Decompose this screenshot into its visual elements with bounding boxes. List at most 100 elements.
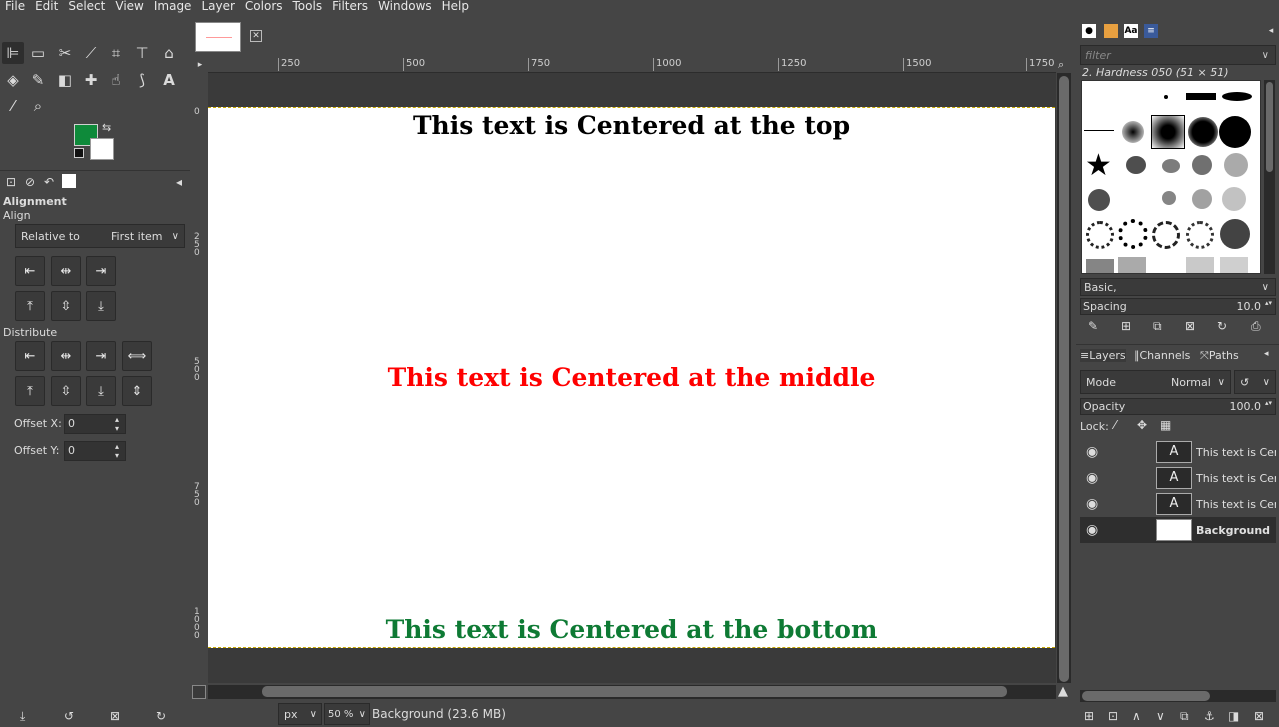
image-tab-thumbnail[interactable] (195, 22, 241, 52)
configure-layers-tab-icon[interactable]: ◂ (1264, 349, 1269, 359)
color-picker-icon[interactable]: ⁄ (2, 95, 24, 117)
new-layer-icon[interactable]: ⊞ (1084, 709, 1094, 723)
composite-mode-combo[interactable]: ↺ ∨ (1234, 370, 1276, 394)
menu-tools[interactable]: Tools (288, 0, 328, 14)
toggle-quick-mask-icon[interactable] (192, 685, 206, 699)
save-tool-preset-icon[interactable]: ⤓ (20, 709, 25, 724)
heal-icon[interactable]: ✚ (80, 69, 102, 91)
rect-select-icon[interactable]: ▭ (27, 42, 49, 64)
brush-item[interactable] (1118, 257, 1146, 273)
paths-icon[interactable]: ⟆ (131, 69, 153, 91)
delete-brush-icon[interactable]: ⊠ (1185, 319, 1195, 333)
brush-item[interactable] (1224, 153, 1248, 177)
brush-filter-input[interactable]: filter ∨ (1080, 45, 1276, 65)
offset-x-input[interactable]: 0 (64, 414, 126, 434)
image-canvas[interactable]: This text is Centered at the top This te… (208, 107, 1055, 648)
default-colors-icon[interactable] (74, 148, 84, 158)
configure-tab-icon[interactable]: ◂ (170, 173, 188, 190)
distribute-centers-vertical-button[interactable]: ⇳ (51, 376, 81, 406)
crop-icon[interactable]: ⌗ (105, 42, 127, 64)
menu-file[interactable]: File (0, 0, 30, 14)
brush-item[interactable] (1188, 117, 1218, 147)
distribute-horizontal-gaps-button[interactable]: ⟺ (122, 341, 152, 371)
offset-y-input[interactable]: 0 (64, 441, 126, 461)
distribute-bottom-edges-button[interactable]: ⤓ (86, 376, 116, 406)
distribute-left-edges-button[interactable]: ⇤ (15, 341, 45, 371)
brush-item[interactable] (1192, 189, 1212, 209)
menu-windows[interactable]: Windows (373, 0, 437, 14)
images-tab-icon[interactable] (62, 174, 76, 188)
align-center-horizontal-button[interactable]: ⇹ (51, 256, 81, 286)
raise-layer-icon[interactable]: ∧ (1132, 709, 1141, 723)
brush-item[interactable] (1086, 259, 1114, 273)
brush-item[interactable] (1186, 93, 1216, 100)
brush-item[interactable] (1088, 189, 1110, 211)
duplicate-brush-icon[interactable]: ⧉ (1153, 319, 1162, 334)
visibility-eye-icon[interactable]: ◉ (1086, 444, 1098, 460)
relative-to-combo[interactable]: Relative to First item ∨ (15, 224, 185, 248)
lock-alpha-icon[interactable]: ▦ (1160, 418, 1171, 432)
layers-scrollbar-thumb[interactable] (1082, 691, 1210, 701)
transform-icon[interactable]: ⊤ (131, 42, 153, 64)
configure-brushes-tab-icon[interactable]: ◂ (1264, 24, 1278, 38)
refresh-brushes-icon[interactable]: ↻ (1217, 319, 1227, 333)
fuzzy-select-icon[interactable]: ⟋ (80, 42, 102, 64)
layer-opacity-slider[interactable]: Opacity 100.0 (1080, 398, 1276, 415)
menu-help[interactable]: Help (437, 0, 474, 14)
menu-edit[interactable]: Edit (30, 0, 63, 14)
menu-filters[interactable]: Filters (327, 0, 373, 14)
brush-item[interactable] (1126, 156, 1146, 174)
unit-combo[interactable]: px ∨ (278, 703, 322, 725)
tab-channels[interactable]: ∥Channels (1134, 349, 1190, 362)
fonts-tab-icon[interactable]: Aa (1124, 24, 1138, 38)
eraser-icon[interactable]: ◧ (54, 69, 76, 91)
align-middle-vertical-button[interactable]: ⇳ (51, 291, 81, 321)
distribute-top-edges-button[interactable]: ⤒ (15, 376, 45, 406)
brush-item[interactable] (1162, 191, 1176, 205)
undo-history-tab-icon[interactable]: ↶ (40, 173, 58, 190)
layers-scrollbar[interactable] (1080, 690, 1276, 702)
patterns-tab-icon[interactable] (1104, 24, 1118, 38)
warp-icon[interactable]: ⌂ (158, 42, 180, 64)
brush-item[interactable] (1152, 221, 1180, 249)
brush-item[interactable] (1220, 257, 1248, 273)
quick-mask-corner-icon[interactable]: ▸ (192, 58, 208, 73)
brush-item[interactable] (1186, 221, 1214, 249)
tab-layers[interactable]: ≡Layers (1080, 349, 1126, 362)
layer-row-selected[interactable]: ◉ Background (1080, 517, 1276, 543)
brush-item[interactable] (1222, 92, 1252, 101)
align-bottom-edge-button[interactable]: ⤓ (86, 291, 116, 321)
distribute-right-edges-button[interactable]: ⇥ (86, 341, 116, 371)
paintbrush-icon[interactable]: ✎ (27, 69, 49, 91)
star-brush-icon[interactable]: ★ (1085, 151, 1112, 181)
scissors-icon[interactable]: ✂ (54, 42, 76, 64)
brush-item[interactable] (1162, 159, 1180, 173)
canvas-text-top[interactable]: This text is Centered at the top (208, 111, 1055, 140)
brushes-tab-icon[interactable]: ● (1082, 24, 1096, 38)
visibility-eye-icon[interactable]: ◉ (1086, 522, 1098, 538)
brush-item[interactable] (1192, 155, 1212, 175)
swap-colors-icon[interactable]: ⇆ (102, 121, 111, 134)
menu-view[interactable]: View (110, 0, 148, 14)
menu-select[interactable]: Select (63, 0, 110, 14)
horizontal-ruler[interactable]: 250 500 750 1000 1250 1500 1750 (208, 58, 1056, 73)
align-top-edge-button[interactable]: ⤒ (15, 291, 45, 321)
canvas-text-middle[interactable]: This text is Centered at the middle (208, 363, 1055, 392)
brush-item[interactable] (1086, 221, 1114, 249)
horizontal-scrollbar-thumb[interactable] (262, 686, 1007, 697)
layer-row[interactable]: ◉ A This text is Centered at the top (1080, 439, 1276, 465)
menu-image[interactable]: Image (149, 0, 197, 14)
open-brush-as-image-icon[interactable]: ⎙ (1251, 319, 1261, 334)
menu-layer[interactable]: Layer (196, 0, 239, 14)
distribute-vertical-gaps-button[interactable]: ⇕ (122, 376, 152, 406)
device-status-tab-icon[interactable]: ⊘ (21, 173, 39, 190)
brush-item[interactable] (1118, 219, 1148, 249)
visibility-eye-icon[interactable]: ◉ (1086, 470, 1098, 486)
brush-tag-combo[interactable]: Basic, ∨ (1080, 278, 1276, 296)
new-brush-icon[interactable]: ⊞ (1121, 319, 1131, 333)
brush-item-selected[interactable] (1151, 115, 1185, 149)
layer-row[interactable]: ◉ A This text is Centered at the middle (1080, 465, 1276, 491)
align-tool-icon[interactable]: ⊫ (2, 42, 24, 64)
canvas-text-bottom[interactable]: This text is Centered at the bottom (208, 615, 1055, 644)
smudge-icon[interactable]: ☝ (105, 69, 127, 91)
